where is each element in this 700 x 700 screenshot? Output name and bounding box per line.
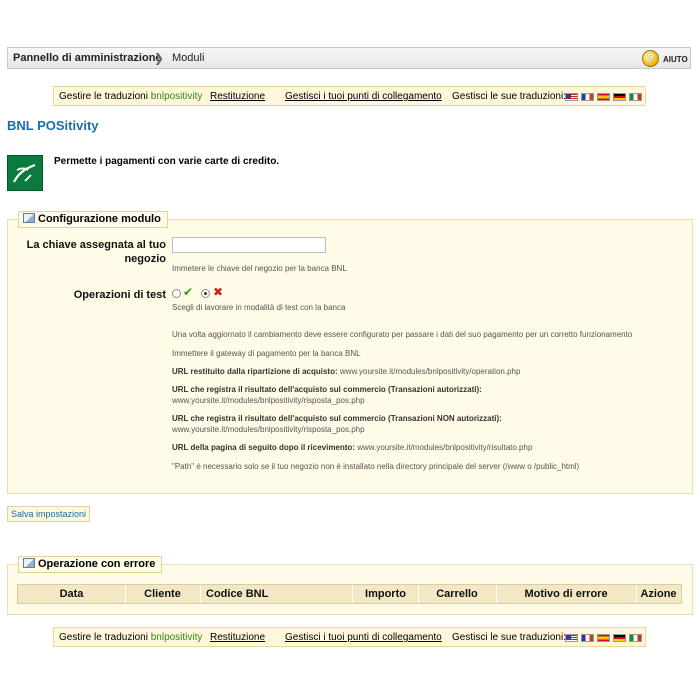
module-description: Permette i pagamenti con varie carte di …: [54, 156, 280, 167]
column-azione[interactable]: Azione: [636, 585, 681, 603]
translations-manage-bottom: Gestire le traduzioni bnlpositivity: [59, 632, 203, 643]
shop-key-hint: Immetere le chiave del negozio per la ba…: [172, 264, 347, 273]
test-no-radio[interactable]: [201, 289, 210, 298]
restituzione-link-bottom[interactable]: Restituzione: [210, 632, 265, 643]
breadcrumb: Pannello di amministrazione ❯ Moduli ? A…: [7, 47, 691, 69]
hooks-link-bottom[interactable]: Gestisci i tuoi punti di collegamento: [285, 632, 442, 643]
flag-fr-icon[interactable]: [581, 634, 594, 642]
info-text-2: Immettere il gateway di pagamento per la…: [172, 349, 361, 358]
translations-manage: Gestire le traduzioni bnlpositivity: [59, 91, 203, 102]
save-settings-button[interactable]: Salva impostazioni: [7, 506, 91, 522]
flag-es-icon[interactable]: [597, 93, 610, 101]
bnl-logo-icon: [7, 155, 43, 191]
info-text-1: Una volta aggiornato il cambiamento deve…: [172, 330, 633, 339]
error-list-icon: [23, 558, 35, 568]
translations-bar-top: Gestire le traduzioni bnlpositivity Rest…: [53, 86, 646, 106]
column-data[interactable]: Data: [18, 585, 126, 603]
shop-key-label: La chiave assegnata al tuo negozio: [26, 239, 166, 265]
help-question-icon[interactable]: ?: [642, 50, 659, 67]
column-motivo-errore[interactable]: Motivo di errore: [496, 585, 637, 603]
translations-bar-bottom: Gestire le traduzioni bnlpositivity Rest…: [53, 627, 646, 647]
test-mode-hint: Scegli di lavorare in modalità di test c…: [172, 303, 346, 312]
flag-de-icon[interactable]: [613, 634, 626, 642]
check-icon: ✔: [183, 285, 194, 299]
settings-icon: [23, 213, 35, 223]
flag-us-icon[interactable]: [565, 634, 578, 642]
translations-label-bottom: Gestisci le sue traduzioni:: [452, 632, 566, 643]
column-importo[interactable]: Importo: [353, 585, 419, 603]
errors-legend: Operazione con errore: [18, 556, 163, 573]
hooks-link[interactable]: Gestisci i tuoi punti di collegamento: [285, 91, 442, 102]
column-codice-bnl[interactable]: Codice BNL: [200, 585, 353, 603]
url-result: URL della pagina di seguito dopo il rice…: [172, 443, 533, 452]
flag-fr-icon[interactable]: [581, 93, 594, 101]
config-legend: Configurazione modulo: [18, 211, 168, 228]
test-yes-radio[interactable]: [172, 289, 181, 298]
column-cliente[interactable]: Cliente: [125, 585, 201, 603]
translations-module-name: bnlpositivity: [150, 91, 203, 102]
test-mode-label: Operazioni di test: [73, 289, 166, 301]
flag-us-icon[interactable]: [565, 93, 578, 101]
restituzione-link[interactable]: Restituzione: [210, 91, 265, 102]
page-title: BNL POSitivity: [7, 118, 99, 133]
flag-de-icon[interactable]: [613, 93, 626, 101]
help-button[interactable]: AIUTO: [663, 55, 688, 64]
flag-it-icon[interactable]: [629, 93, 642, 101]
errors-table-header: Data Cliente Codice BNL Importo Carrello…: [17, 584, 682, 604]
url-authorized-label: URL che registra il risultato dell'acqui…: [172, 385, 482, 394]
breadcrumb-chevron-icon: ❯: [154, 51, 165, 65]
url-operation: URL restituito dalla ripartizione di acq…: [172, 367, 521, 376]
url-authorized-value: www.yoursite.it/modules/bnlpositivity/ri…: [172, 396, 365, 405]
url-unauthorized-value: www.yoursite.it/modules/bnlpositivity/ri…: [172, 425, 365, 434]
shop-key-input[interactable]: [172, 237, 326, 253]
breadcrumb-root[interactable]: Pannello di amministrazione: [13, 52, 162, 64]
url-unauthorized-label: URL che registra il risultato dell'acqui…: [172, 414, 502, 423]
cross-icon: ✖: [213, 285, 224, 299]
flag-es-icon[interactable]: [597, 634, 610, 642]
translations-label: Gestisci le sue traduzioni:: [452, 91, 566, 102]
path-note: "Path" è necessario solo se il tuo negoz…: [172, 462, 580, 471]
flag-it-icon[interactable]: [629, 634, 642, 642]
breadcrumb-current: Moduli: [172, 52, 205, 64]
column-carrello[interactable]: Carrello: [418, 585, 497, 603]
